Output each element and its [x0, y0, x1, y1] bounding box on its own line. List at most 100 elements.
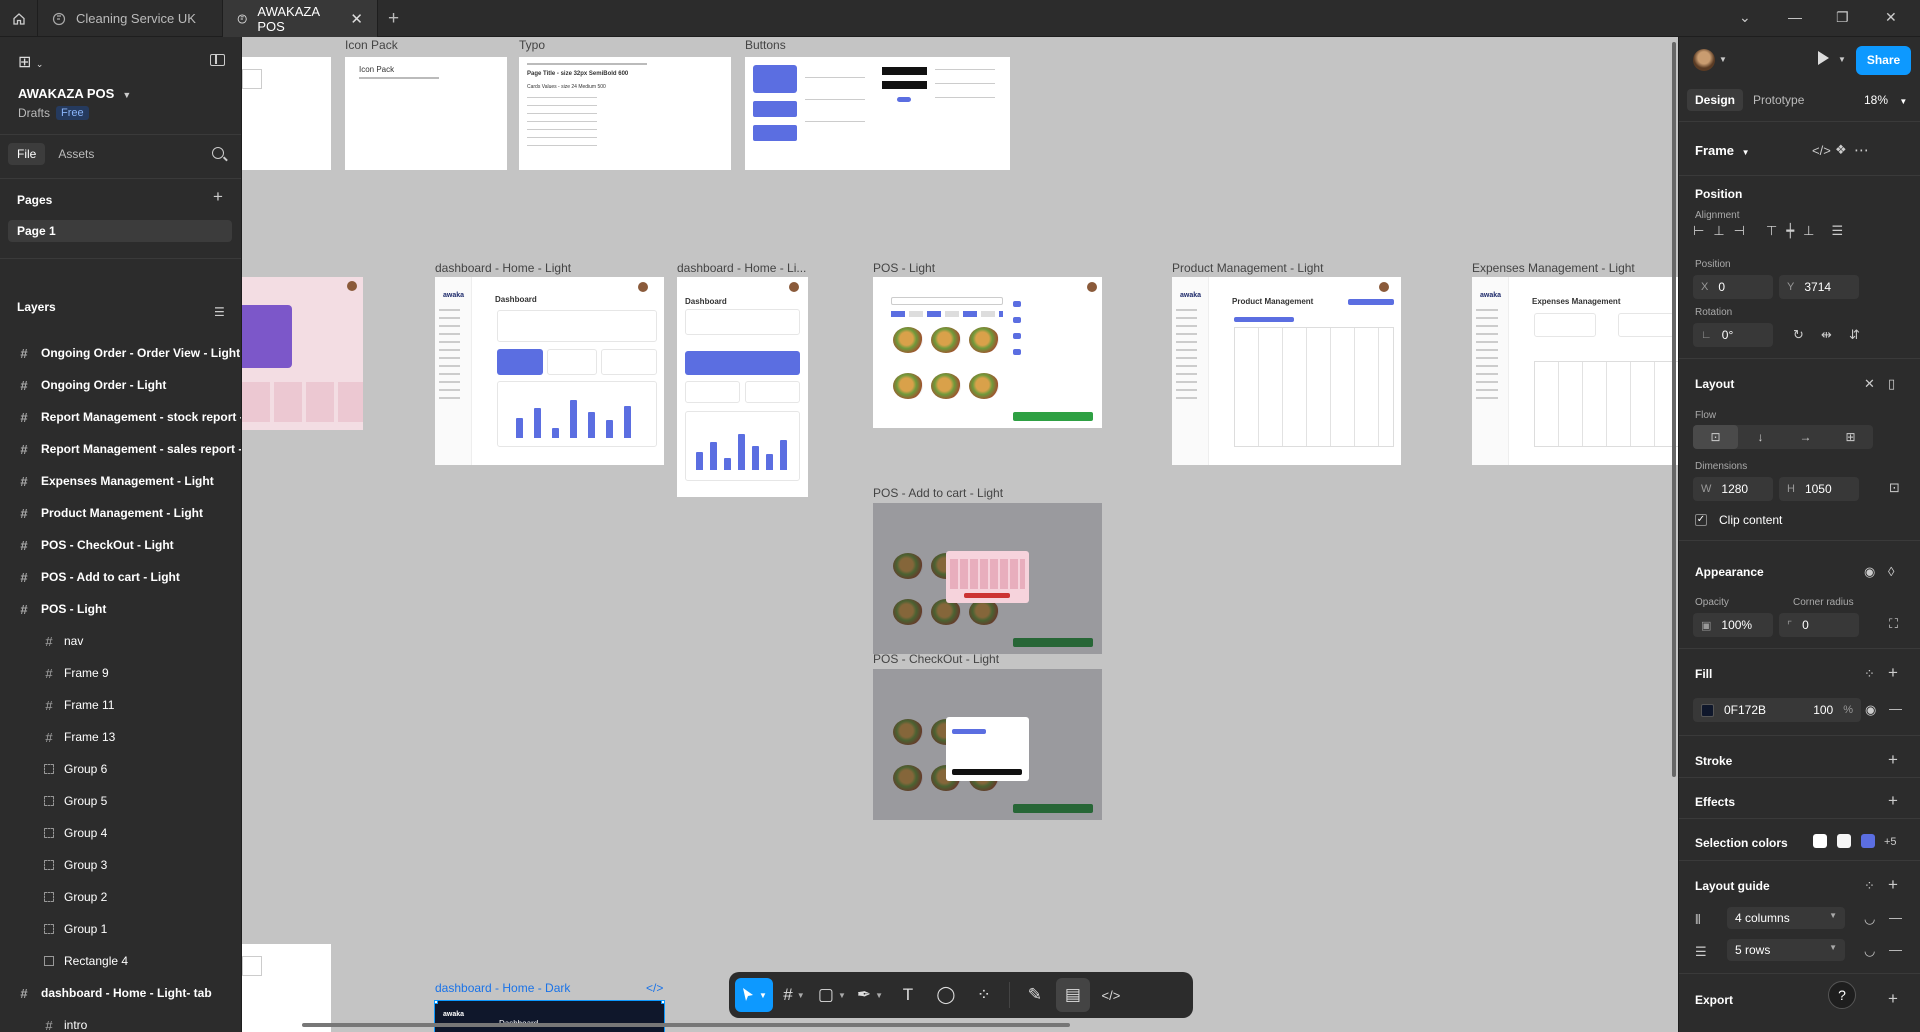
component-icon[interactable]: ❖ [1835, 142, 1847, 158]
zoom-level[interactable]: 18% ▼ [1864, 93, 1907, 107]
align-center-h-icon[interactable]: ⊥ [1713, 223, 1724, 239]
frame-typo[interactable]: Page Title - size 32px SemiBold 600 Card… [519, 57, 731, 170]
width-field[interactable]: W 1280 [1693, 477, 1773, 501]
align-top-icon[interactable]: ⊤ [1766, 223, 1777, 239]
tab-cleaning-service[interactable]: Cleaning Service UK [38, 0, 223, 37]
horizontal-scrollbar[interactable] [302, 1023, 1070, 1027]
frame-pos-checkout[interactable] [873, 669, 1102, 820]
add-effect-icon[interactable]: + [1888, 791, 1898, 811]
design-mode-button[interactable]: ▤ [1055, 978, 1090, 1012]
draw-tool-button[interactable]: ✎ [1018, 978, 1052, 1012]
close-window-icon[interactable]: ✕ [1885, 9, 1897, 26]
opacity-field[interactable]: ▣ 100% [1693, 613, 1773, 637]
selection-color-swatch[interactable] [1861, 834, 1875, 848]
frame-partial-bottom-left[interactable] [242, 944, 331, 1032]
resize-handle[interactable] [661, 1001, 664, 1004]
chevron-down-icon[interactable]: ▼ [1719, 55, 1727, 64]
frame-tool-button[interactable]: # ▼ [777, 978, 811, 1012]
frame-dashboard-home-light-tab[interactable]: Dashboard [677, 277, 808, 497]
frame-label-buttons[interactable]: Buttons [745, 38, 786, 52]
layer-item[interactable]: # Product Management - Light [0, 497, 241, 529]
layer-item[interactable]: # POS - Add to cart - Light [0, 561, 241, 593]
layer-item[interactable]: Group 4 [0, 817, 241, 849]
tab-assets[interactable]: Assets [49, 143, 103, 165]
fill-swatch[interactable] [1701, 703, 1714, 717]
styles-icon[interactable]: ⁘ [1864, 666, 1875, 682]
frame-label-add-to-cart[interactable]: POS - Add to cart - Light [873, 486, 1003, 500]
vertical-scrollbar[interactable] [1672, 42, 1676, 777]
clip-content-checkbox[interactable]: ✓ [1695, 514, 1707, 526]
canvas[interactable]: Icon Pack Icon Pack Typo Page Title - si… [242, 37, 1678, 1032]
tab-awakaza-pos[interactable]: AWAKAZA POS ✕ [223, 0, 378, 37]
dev-mode-button[interactable]: </> [1094, 978, 1128, 1012]
auto-layout-icon[interactable]: ▯ [1888, 376, 1895, 392]
frame-label-dashboard-light[interactable]: dashboard - Home - Light [435, 261, 571, 275]
avatar[interactable] [1693, 49, 1715, 71]
eye-icon[interactable]: ◡ [1864, 943, 1875, 959]
close-tab-icon[interactable]: ✕ [350, 10, 363, 28]
chevron-down-icon[interactable]: ⌄ [1739, 9, 1751, 26]
frame-pos-light[interactable] [873, 277, 1102, 428]
remove-guide-icon[interactable]: — [1889, 942, 1902, 957]
maximize-icon[interactable]: ❐ [1836, 9, 1849, 26]
layer-item[interactable]: # Ongoing Order - Order View - Light [0, 337, 241, 369]
frame-dashboard-home-dark[interactable]: awaka Dashboard [434, 1000, 665, 1032]
flip-horizontal-icon[interactable]: ⇹ [1821, 327, 1832, 343]
flow-horizontal-icon[interactable]: → [1783, 425, 1828, 449]
layer-item[interactable]: Rectangle 4 [0, 945, 241, 977]
frame-label-icon-pack[interactable]: Icon Pack [345, 38, 398, 52]
text-tool-button[interactable]: T [891, 978, 925, 1012]
eye-icon[interactable]: ◉ [1864, 564, 1875, 580]
frame-label-product[interactable]: Product Management - Light [1172, 261, 1323, 275]
collapse-layers-icon[interactable]: ☰ [214, 305, 225, 319]
layer-item[interactable]: Group 6 [0, 753, 241, 785]
eye-icon[interactable]: ◡ [1864, 911, 1875, 927]
independent-corners-icon[interactable]: ⛶ [1889, 616, 1898, 632]
layer-item[interactable]: Group 2 [0, 881, 241, 913]
position-x-field[interactable]: X0 [1693, 275, 1773, 299]
selection-color-swatch[interactable] [1813, 834, 1827, 848]
layer-item[interactable]: # Frame 13 [0, 721, 241, 753]
frame-label-expenses[interactable]: Expenses Management - Light [1472, 261, 1635, 275]
layer-item[interactable]: # Expenses Management - Light [0, 465, 241, 497]
frame-icon-pack[interactable]: Icon Pack [345, 57, 507, 170]
add-export-icon[interactable]: + [1888, 989, 1898, 1009]
move-tool-button[interactable]: ▼ [735, 978, 773, 1012]
add-guide-icon[interactable]: + [1888, 875, 1898, 895]
more-colors-count[interactable]: +5 [1884, 836, 1897, 848]
tab-design[interactable]: Design [1687, 89, 1744, 111]
frame-buttons[interactable] [745, 57, 1010, 170]
align-center-v-icon[interactable]: ┿ [1786, 223, 1794, 239]
pen-tool-button[interactable]: ✒ ▼ [853, 978, 887, 1012]
frame-label-typo[interactable]: Typo [519, 38, 545, 52]
frame-product-management[interactable]: awaka Product Management [1172, 277, 1401, 465]
align-bottom-icon[interactable]: ⊥ [1803, 223, 1814, 239]
home-button[interactable] [0, 0, 38, 37]
new-tab-button[interactable]: + [388, 8, 399, 30]
styles-icon[interactable]: ⁘ [1864, 878, 1875, 894]
project-title[interactable]: AWAKAZA POS ▼ [18, 86, 131, 101]
frame-label-pos[interactable]: POS - Light [873, 261, 935, 275]
selection-type[interactable]: Frame ▼ [1695, 143, 1750, 158]
rotation-field[interactable]: ∟ 0° [1693, 323, 1773, 347]
eye-icon[interactable]: ◉ [1865, 702, 1876, 718]
frame-partial-ongoing-order[interactable] [242, 277, 363, 430]
remove-guide-icon[interactable]: — [1889, 910, 1902, 925]
rotate-icon[interactable]: ↻ [1793, 327, 1804, 343]
layer-item[interactable]: # POS - CheckOut - Light [0, 529, 241, 561]
guide-rows-select[interactable]: 5 rows ▼ [1727, 939, 1845, 961]
distribute-icon[interactable]: ☰ [1831, 223, 1843, 239]
corner-radius-field[interactable]: ⌜ 0 [1779, 613, 1859, 637]
blend-mode-icon[interactable]: ◊ [1888, 564, 1894, 579]
layer-item[interactable]: Group 5 [0, 785, 241, 817]
align-left-icon[interactable]: ⊢ [1693, 223, 1704, 239]
shape-tool-button[interactable]: ▢ ▼ [815, 978, 849, 1012]
code-icon[interactable]: </> [1812, 143, 1831, 158]
comment-tool-button[interactable]: ◯ [929, 978, 963, 1012]
main-menu-icon[interactable]: ⊞ ⌄ [18, 52, 43, 72]
layer-item[interactable]: # nav [0, 625, 241, 657]
layer-item[interactable]: # Frame 9 [0, 657, 241, 689]
flow-freeform-icon[interactable]: ⊡ [1693, 425, 1738, 449]
layer-item[interactable]: # dashboard - Home - Light- tab [0, 977, 241, 1009]
layer-item[interactable]: # Report Management - stock report - Ligh… [0, 401, 241, 433]
